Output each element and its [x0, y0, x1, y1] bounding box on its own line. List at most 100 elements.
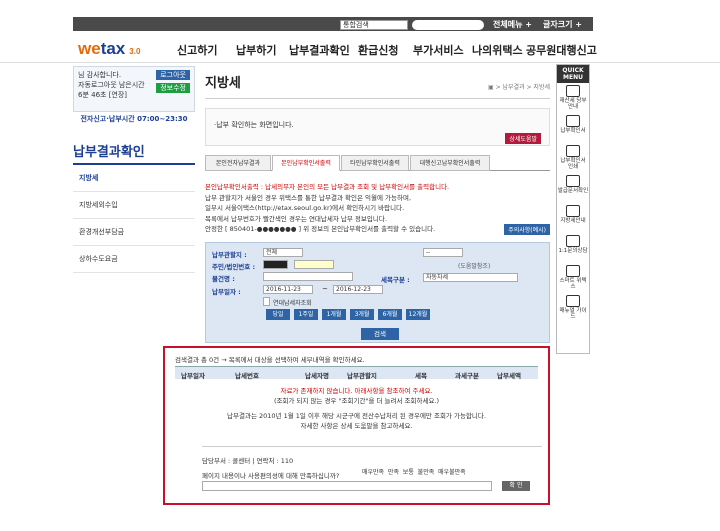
tab-other-certificate[interactable]: 타인납부확인서출력	[341, 155, 409, 171]
id-field-1[interactable]	[263, 260, 288, 269]
tab-bar: 본인전자납부결과 본인납부확인서출력 타인납부확인서출력 대행신고납부확인서출력	[205, 155, 550, 171]
font-size-link[interactable]: 글자크기 +	[543, 19, 582, 30]
quick-item-verify[interactable]: 발급문서확인	[557, 173, 589, 203]
feedback-input[interactable]	[202, 481, 492, 491]
search-button[interactable]: 검색	[361, 328, 399, 340]
region-select[interactable]: 전체	[263, 248, 303, 257]
empty-hint: (조회가 되지 않는 경우 "조회기간"을 더 늘려서 조회하세요.)	[273, 397, 440, 405]
divider	[205, 98, 550, 99]
tax-select[interactable]: 자동차세	[423, 273, 518, 282]
date-label: 납부일자 :	[212, 288, 241, 296]
nav-item-refund[interactable]: 환급신청	[358, 42, 398, 58]
date-separator: ~	[322, 285, 328, 293]
col-date: 납부일자	[181, 372, 205, 380]
play-icon	[566, 85, 580, 97]
nav-item-official[interactable]: 공무원대행신고	[526, 42, 597, 58]
wetax-logo[interactable]: wetax 3.0	[78, 39, 140, 59]
search-doc-icon	[566, 175, 580, 187]
service-hours: 전자신고·납부시간 07:00~23:30	[80, 115, 188, 123]
note-item: 안정한 [ 850401-●●●●●●● ] 위 정보의 본인납부확인서를 출력…	[205, 225, 436, 233]
top-utility-bar: 통합검색 전체메뉴 + 글자크기 +	[0, 0, 720, 31]
example-button[interactable]: 주의사항(예시)	[504, 224, 550, 235]
survey-options: 매우만족 만족 보통 불만족 매우불만족	[362, 467, 466, 476]
col-region: 납부관할지	[347, 372, 377, 380]
all-menu-link[interactable]: 전체메뉴 +	[493, 19, 532, 30]
nav-item-extra[interactable]: 부가서비스	[413, 42, 464, 58]
sidebar-item-env[interactable]: 환경개선부담금	[73, 219, 195, 246]
note-item: 납부 관할지가 서울인 경우 위택스를 통한 납부결과 확인은 익월에 가능하며…	[205, 193, 412, 202]
note-item: 목록에서 납부번호가 빨간색인 경우는 연대납세자 납부 정보입니다.	[205, 214, 387, 223]
quick-item-print[interactable]: 납부확인서 인쇄	[557, 143, 589, 173]
manual-icon	[566, 295, 580, 307]
joint-label: 연대납세자조회	[273, 300, 312, 307]
id-field-2[interactable]	[294, 260, 334, 269]
info-text: ·납부 확인하는 화면입니다.	[214, 121, 294, 129]
breadcrumb: ▣ > 납부결과 > 지방세	[488, 84, 550, 91]
col-tax: 세목	[415, 372, 427, 380]
item-input[interactable]	[263, 272, 353, 281]
tab-agent-certificate[interactable]: 대행신고납부확인서출력	[410, 155, 490, 171]
login-box: 님 감사합니다. 자동로그아웃 남은시간 6분 46초 [연장] 로그아웃 정보…	[73, 66, 195, 112]
joint-checkbox[interactable]	[263, 297, 270, 306]
dept-info: 담당부서 : 콜센터 | 연락처 : 110	[202, 457, 294, 465]
quick-today-button[interactable]: 당일	[266, 309, 290, 320]
search-form: 납부관할지 : 전체 -- 주민/법인번호 : (도움말참조) 물건명 : 세목…	[205, 242, 550, 343]
quick-3m-button[interactable]: 3개월	[350, 309, 374, 320]
search-scope-select[interactable]: 통합검색	[340, 20, 408, 30]
option-normal[interactable]: 보통	[403, 469, 414, 476]
confirm-button[interactable]: 확 인	[502, 481, 530, 491]
left-sidebar: 님 감사합니다. 자동로그아웃 남은시간 6분 46초 [연장] 로그아웃 정보…	[73, 66, 195, 273]
col-payer: 납세자명	[305, 372, 329, 380]
quick-1m-button[interactable]: 1개월	[322, 309, 346, 320]
help-button[interactable]: 상세도움말	[505, 133, 541, 144]
sidebar-item-nontax[interactable]: 지방세외수입	[73, 192, 195, 219]
quick-6m-button[interactable]: 6개월	[378, 309, 402, 320]
quick-week-button[interactable]: 1주일	[294, 309, 318, 320]
main-content: 지방세 ▣ > 납부결과 > 지방세 ·납부 확인하는 화면입니다. 상세도움말…	[205, 66, 550, 343]
sidebar-title: 납부결과확인	[73, 141, 195, 165]
option-satisfied[interactable]: 만족	[388, 469, 399, 476]
col-number: 납세번호	[235, 372, 259, 380]
date-to-input[interactable]: 2016-12-23	[333, 285, 383, 294]
note-item: 일부시 서울이택스(http://etax.seoul.go.kr)에서 확인하…	[205, 204, 405, 212]
result-panel: 검색결과 총 0건 → 목록에서 대상을 선택하여 세부내역을 확인하세요. 납…	[163, 346, 550, 505]
tax-label: 세목구분 :	[381, 276, 410, 284]
sidebar-item-water[interactable]: 상하수도요금	[73, 246, 195, 273]
tab-own-result[interactable]: 본인전자납부결과	[205, 155, 271, 171]
logout-button[interactable]: 로그아웃	[156, 70, 190, 80]
tab-own-certificate[interactable]: 본인납부확인서출력	[272, 155, 340, 171]
date-from-input[interactable]: 2016-11-23	[263, 285, 313, 294]
notice-line: 납부결과는 2010년 1월 1일 이후 해당 시군구에 전산수납처리 된 경우…	[227, 412, 486, 420]
quick-item-consult[interactable]: 1:1문의상담	[557, 233, 589, 263]
result-count: 검색결과 총 0건 → 목록에서 대상을 선택하여 세부내역을 확인하세요.	[175, 356, 365, 364]
quick-item-guide[interactable]: 지방세안내	[557, 203, 589, 233]
nav-item-result[interactable]: 납부결과확인	[289, 42, 350, 58]
nav-item-my[interactable]: 나의위택스	[472, 42, 523, 58]
info-box: ·납부 확인하는 화면입니다. 상세도움말	[205, 108, 550, 146]
edit-info-button[interactable]: 정보수정	[156, 83, 190, 93]
sub-region-select[interactable]: --	[423, 248, 463, 257]
option-unsatisfied[interactable]: 불만족	[418, 469, 435, 476]
search-input[interactable]	[412, 20, 484, 30]
quick-item-certificate[interactable]: 납부확인서	[557, 113, 589, 143]
empty-message: 자료가 존재하지 않습니다. 아래사항을 참조하여 주세요.	[280, 387, 433, 395]
phone-icon	[566, 265, 580, 277]
chat-icon	[566, 235, 580, 247]
col-type: 과세구분	[455, 372, 479, 380]
quick-item-manual[interactable]: 매뉴얼 가이드	[557, 293, 589, 323]
item-label: 물건명 :	[212, 275, 235, 283]
survey-box: 담당부서 : 콜센터 | 연락처 : 110 페이지 내용이나 사용편의성에 대…	[202, 446, 542, 499]
quick-menu-title: QUICK MENU	[557, 65, 589, 83]
quick-item-property-tax[interactable]: 재산세 당부안내	[557, 83, 589, 113]
nav-item-pay[interactable]: 납부하기	[236, 42, 276, 58]
id-label: 주민/법인번호 :	[212, 263, 256, 271]
option-very-satisfied[interactable]: 매우만족	[362, 469, 384, 476]
quick-12m-button[interactable]: 12개월	[406, 309, 430, 320]
printer-icon	[566, 115, 580, 127]
result-table-header: 납부일자 납세번호 납세자명 납부관할지 세목 과세구분 납부세액	[175, 366, 538, 380]
option-very-unsatisfied[interactable]: 매우불만족	[438, 469, 466, 476]
sidebar-item-local-tax[interactable]: 지방세	[73, 165, 195, 192]
main-nav: wetax 3.0 신고하기 납부하기 납부결과확인 환급신청 부가서비스 나의위…	[0, 31, 720, 63]
nav-item-report[interactable]: 신고하기	[177, 42, 217, 58]
quick-item-smart[interactable]: 스마트 위택스	[557, 263, 589, 293]
